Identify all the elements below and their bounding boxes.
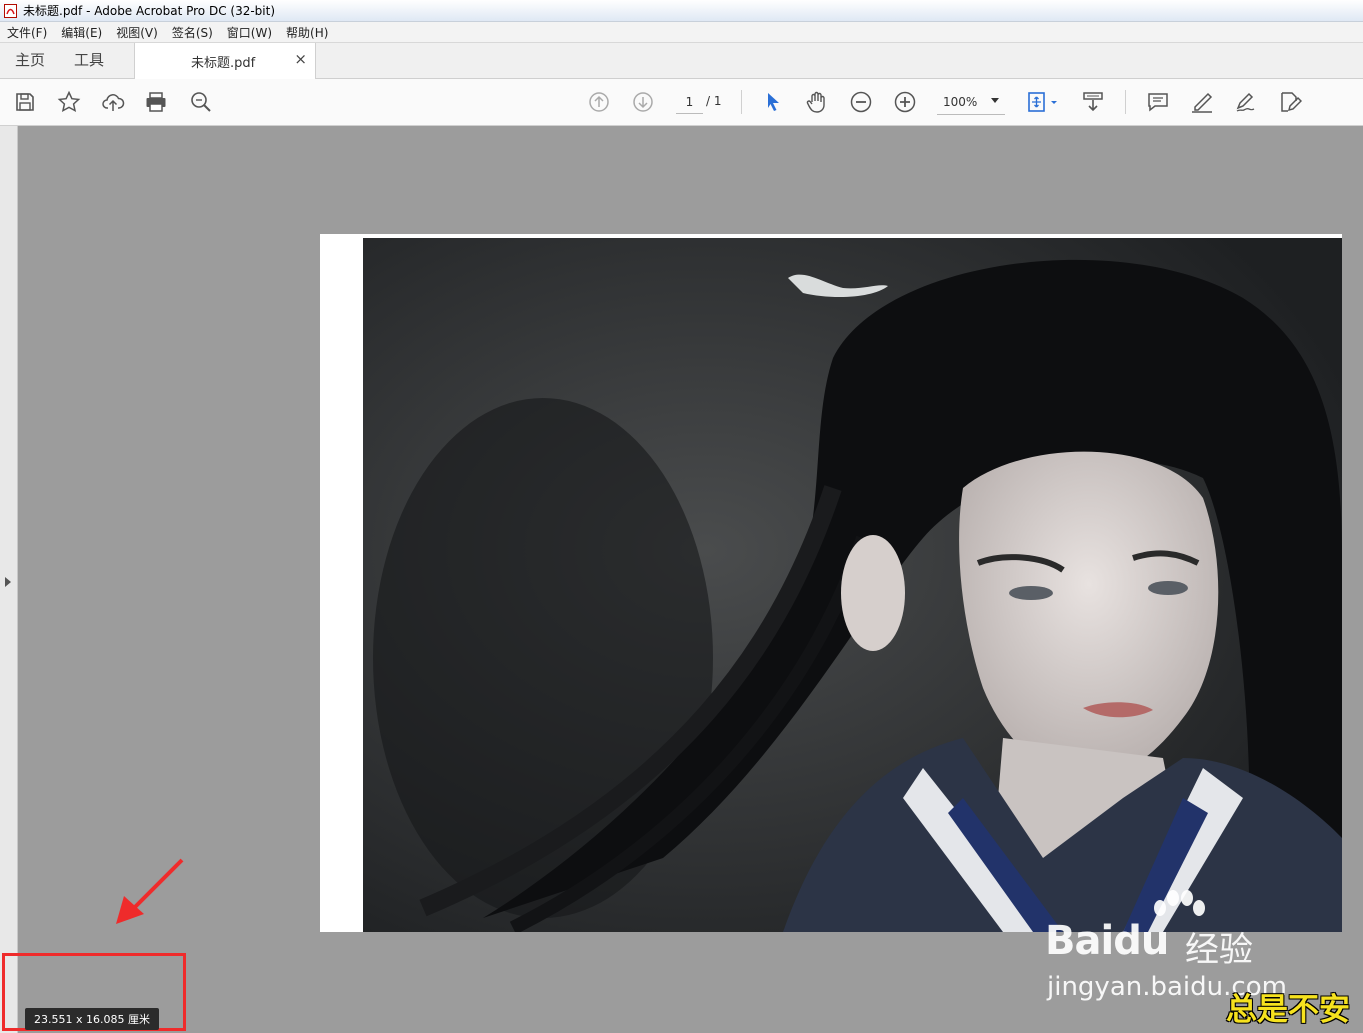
window-title: 未标题.pdf - Adobe Acrobat Pro DC (32-bit): [23, 4, 276, 18]
previous-page-icon[interactable]: [586, 89, 612, 115]
tab-bar: 主页 工具 未标题.pdf ×: [0, 43, 1363, 79]
menu-edit[interactable]: 编辑(E): [54, 24, 109, 41]
page-total: / 1: [706, 94, 722, 108]
tab-document[interactable]: 未标题.pdf ×: [134, 43, 316, 79]
upload-cloud-icon[interactable]: [100, 89, 126, 115]
menu-file[interactable]: 文件(F): [0, 24, 54, 41]
close-icon[interactable]: ×: [294, 50, 307, 68]
zoom-value: 100%: [943, 95, 978, 109]
overlay-caption: 总是不安: [1226, 992, 1350, 1028]
hand-icon[interactable]: [804, 89, 830, 115]
edit-pdf-icon[interactable]: [1277, 89, 1303, 115]
menu-window[interactable]: 窗口(W): [220, 24, 279, 41]
toolbar-divider: [1125, 90, 1126, 114]
save-icon[interactable]: [12, 89, 38, 115]
chevron-down-icon: [991, 98, 999, 103]
print-icon[interactable]: [143, 89, 169, 115]
toolbar: 1 / 1 100%: [0, 79, 1363, 126]
zoom-out-icon[interactable]: [848, 89, 874, 115]
highlight-pen-icon[interactable]: [1189, 89, 1215, 115]
tab-home[interactable]: 主页: [15, 43, 45, 78]
scroll-mode-icon[interactable]: [1080, 89, 1106, 115]
zoom-in-icon[interactable]: [892, 89, 918, 115]
search-zoom-icon[interactable]: [188, 89, 214, 115]
menu-bar: 文件(F) 编辑(E) 视图(V) 签名(S) 窗口(W) 帮助(H): [0, 22, 1363, 43]
navigation-pane-strip: [0, 126, 18, 1033]
page-image: [363, 238, 1342, 932]
toolbar-divider: [741, 90, 742, 114]
annotation-arrow: [116, 858, 184, 924]
star-icon[interactable]: [56, 89, 82, 115]
page-number-input[interactable]: 1: [676, 93, 703, 114]
next-page-icon[interactable]: [630, 89, 656, 115]
acrobat-icon: [4, 3, 17, 18]
fit-page-icon[interactable]: [1025, 89, 1061, 115]
select-pointer-icon[interactable]: [760, 89, 786, 115]
title-bar: 未标题.pdf - Adobe Acrobat Pro DC (32-bit): [0, 0, 1363, 22]
menu-sign[interactable]: 签名(S): [165, 24, 220, 41]
comment-icon[interactable]: [1145, 89, 1171, 115]
document-tab-label: 未标题.pdf: [191, 56, 256, 71]
expand-panel-icon[interactable]: [5, 577, 11, 587]
menu-help[interactable]: 帮助(H): [279, 24, 335, 41]
sign-icon[interactable]: [1233, 89, 1259, 115]
menu-view[interactable]: 视图(V): [109, 24, 165, 41]
page-dimensions-badge: 23.551 x 16.085 厘米: [25, 1008, 159, 1030]
zoom-select[interactable]: 100%: [937, 93, 1005, 115]
watermark-cn: 经验: [1185, 930, 1253, 970]
tab-tools[interactable]: 工具: [74, 43, 104, 78]
